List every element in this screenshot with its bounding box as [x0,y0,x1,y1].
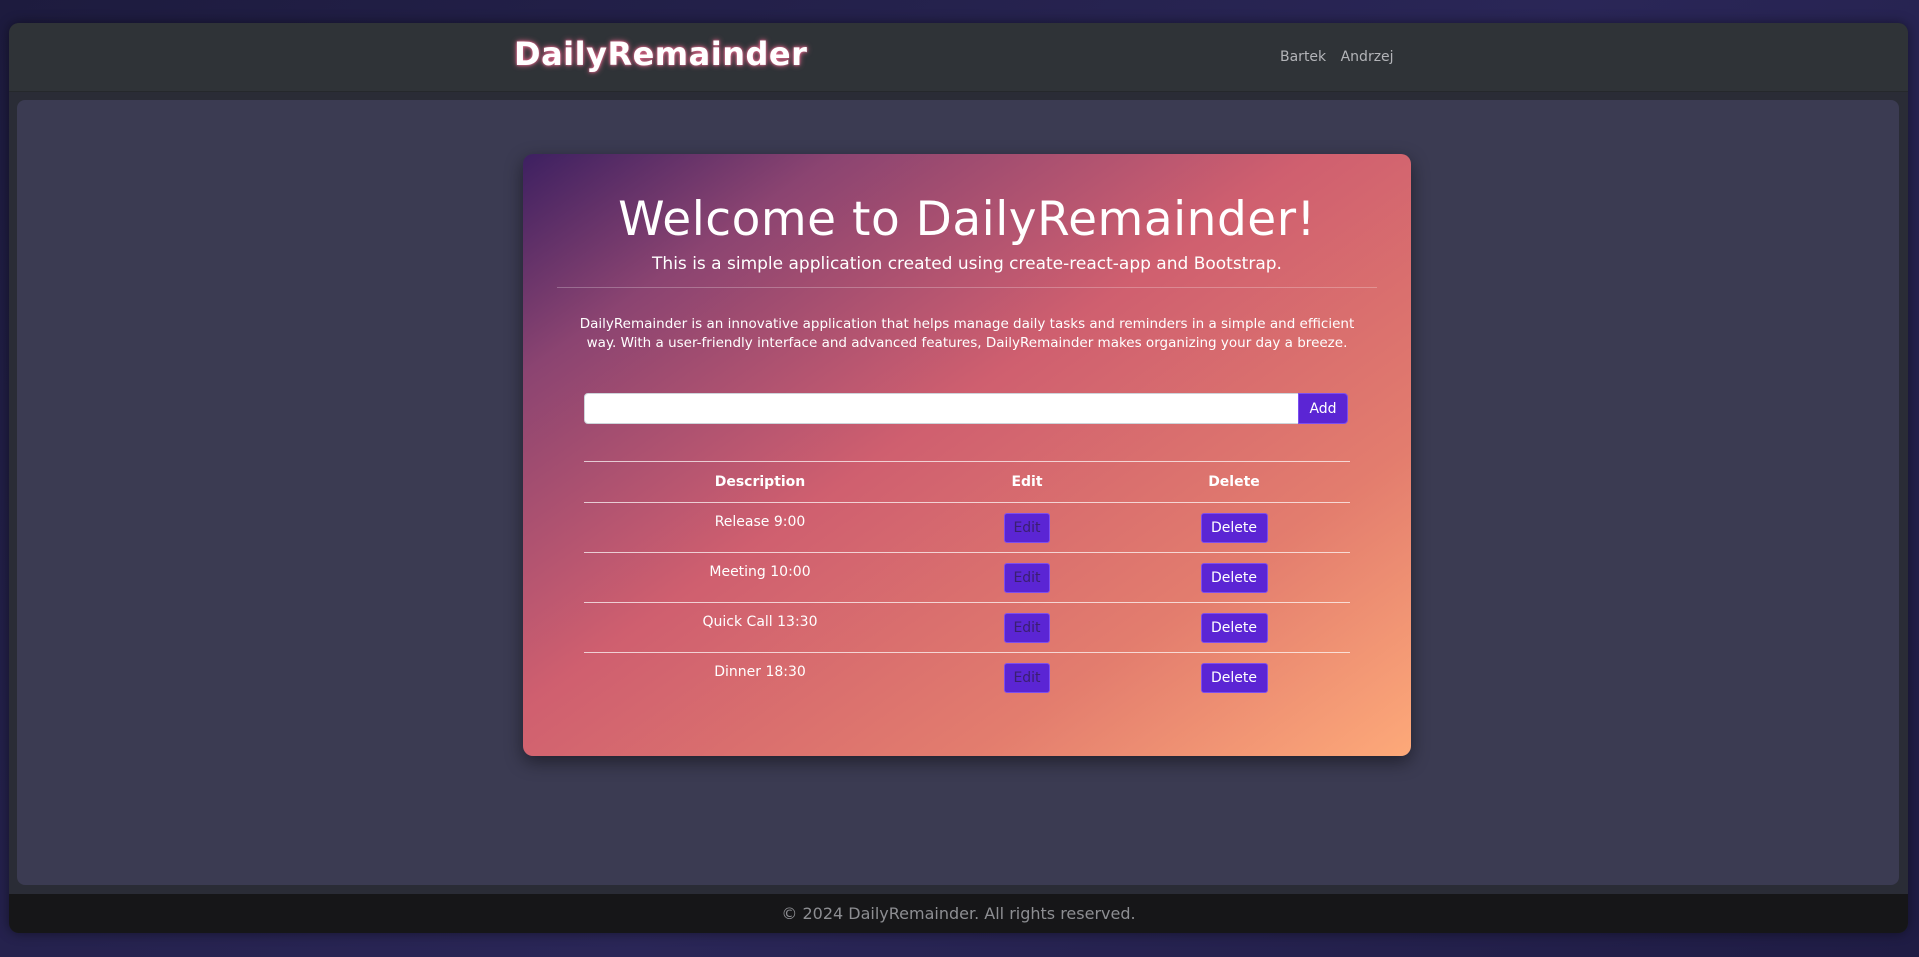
nav-link-andrzej[interactable]: Andrzej [1341,49,1394,65]
app-shell: DailyRemainder Bartek Andrzej Welcome to… [9,23,1908,933]
table-row: Meeting 10:00 Edit Delete [584,552,1350,603]
task-description: Dinner 18:30 [584,652,936,703]
task-description: Release 9:00 [584,502,936,553]
header-delete: Delete [1118,461,1350,503]
page-subtitle: This is a simple application created usi… [652,254,1282,274]
copyright-text: © 2024 DailyRemainder. All rights reserv… [781,904,1136,923]
table-row: Dinner 18:30 Edit Delete [584,652,1350,703]
header-edit: Edit [936,461,1118,503]
table-row: Quick Call 13:30 Edit Delete [584,602,1350,653]
delete-button[interactable]: Delete [1200,563,1268,593]
tasks-table: Description Edit Delete Release 9:00 Edi… [584,461,1350,703]
task-description: Meeting 10:00 [584,552,936,603]
welcome-card: Welcome to DailyRemainder! This is a sim… [523,154,1411,756]
app-description: DailyRemainder is an innovative applicat… [579,316,1355,351]
delete-button[interactable]: Delete [1200,663,1268,693]
divider [557,287,1377,288]
edit-button[interactable]: Edit [1004,563,1050,593]
page-title: Welcome to DailyRemainder! [618,192,1316,247]
delete-button[interactable]: Delete [1200,513,1268,543]
table-header-row: Description Edit Delete [584,461,1350,503]
edit-button[interactable]: Edit [1004,663,1050,693]
main-content: Welcome to DailyRemainder! This is a sim… [17,100,1899,885]
brand-logo-link[interactable]: DailyRemainder [514,35,807,73]
add-task-form: Add [584,393,1350,424]
footer: © 2024 DailyRemainder. All rights reserv… [9,894,1908,933]
delete-button[interactable]: Delete [1200,613,1268,643]
header-description: Description [584,461,936,503]
edit-button[interactable]: Edit [1004,613,1050,643]
nav-link-bartek[interactable]: Bartek [1280,49,1326,65]
navbar: DailyRemainder Bartek Andrzej [9,23,1908,92]
task-description: Quick Call 13:30 [584,602,936,653]
add-button[interactable]: Add [1298,393,1348,424]
edit-button[interactable]: Edit [1004,513,1050,543]
table-row: Release 9:00 Edit Delete [584,502,1350,553]
task-input[interactable] [584,393,1308,424]
nav-links: Bartek Andrzej [1280,49,1404,65]
